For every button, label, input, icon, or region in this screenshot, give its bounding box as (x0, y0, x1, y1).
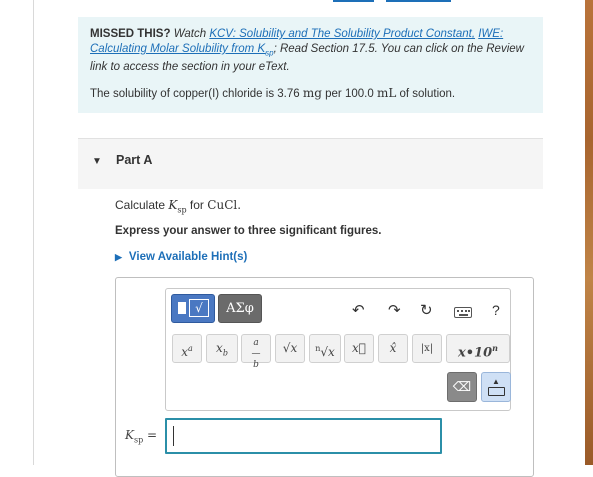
ksp-answer-input[interactable] (165, 418, 442, 454)
ksp-label: Ksp = (125, 428, 158, 445)
sqrt-template-icon: √ (189, 299, 209, 317)
top-button-edge[interactable] (333, 0, 374, 2)
redo-icon[interactable]: ↷ (388, 301, 401, 319)
caret-up-icon: ▲ (492, 377, 500, 386)
nthroot-button[interactable]: n√x (309, 334, 341, 363)
part-a-title: Part A (116, 153, 153, 167)
right-edge-strip (585, 0, 593, 465)
scientific-notation-button[interactable]: x•10n (446, 334, 510, 363)
unit-mg: mg (302, 86, 322, 101)
caret-right-icon: ▶ (115, 252, 122, 262)
missed-watch: Watch (173, 28, 207, 40)
kcv-link[interactable]: KCV: Solubility and The Solubility Produ… (209, 28, 475, 40)
help-button[interactable]: ? (492, 302, 500, 318)
undo-icon[interactable]: ↶ (352, 301, 365, 319)
vector-button[interactable]: x⃗ (344, 334, 374, 363)
collapse-caret-icon[interactable]: ▼ (92, 156, 102, 167)
show-keyboard-button[interactable]: ▲ (481, 372, 511, 402)
keyboard-shortcuts-icon[interactable] (454, 307, 472, 318)
reset-icon[interactable]: ↻ (420, 301, 433, 319)
part-a-header[interactable]: ▼ Part A (78, 138, 543, 189)
fraction-button[interactable]: a — b (241, 334, 271, 370)
subscript-button[interactable]: xb (206, 334, 238, 363)
view-hints-link[interactable]: ▶ View Available Hint(s) (115, 251, 247, 263)
left-border (33, 0, 34, 465)
missed-text: MISSED THIS? Watch KCV: Solubility and T… (90, 27, 531, 75)
templates-icon (178, 302, 186, 314)
delete-button[interactable]: ⌫ (447, 372, 477, 402)
missed-lead: MISSED THIS? (90, 28, 171, 40)
solubility-statement: The solubility of copper(I) chloride is … (90, 86, 456, 101)
sqrt-button[interactable]: √x (275, 334, 305, 363)
missed-this-box: MISSED THIS? Watch KCV: Solubility and T… (78, 17, 543, 113)
abs-button[interactable]: |x| (412, 334, 442, 363)
top-button-edge[interactable] (386, 0, 451, 2)
keyboard-icon (488, 387, 505, 396)
hat-button[interactable]: x̂ (378, 334, 408, 363)
text-cursor (173, 426, 174, 446)
superscript-button[interactable]: xa (172, 334, 202, 363)
instruction-text: Express your answer to three significant… (115, 225, 382, 237)
question-text: Calculate Ksp for CuCl. (115, 198, 242, 215)
formula: CuCl. (207, 198, 242, 212)
templates-button[interactable]: √ (171, 294, 215, 323)
greek-symbols-button[interactable]: ΑΣφ (218, 294, 262, 323)
unit-ml: mL (376, 86, 397, 101)
